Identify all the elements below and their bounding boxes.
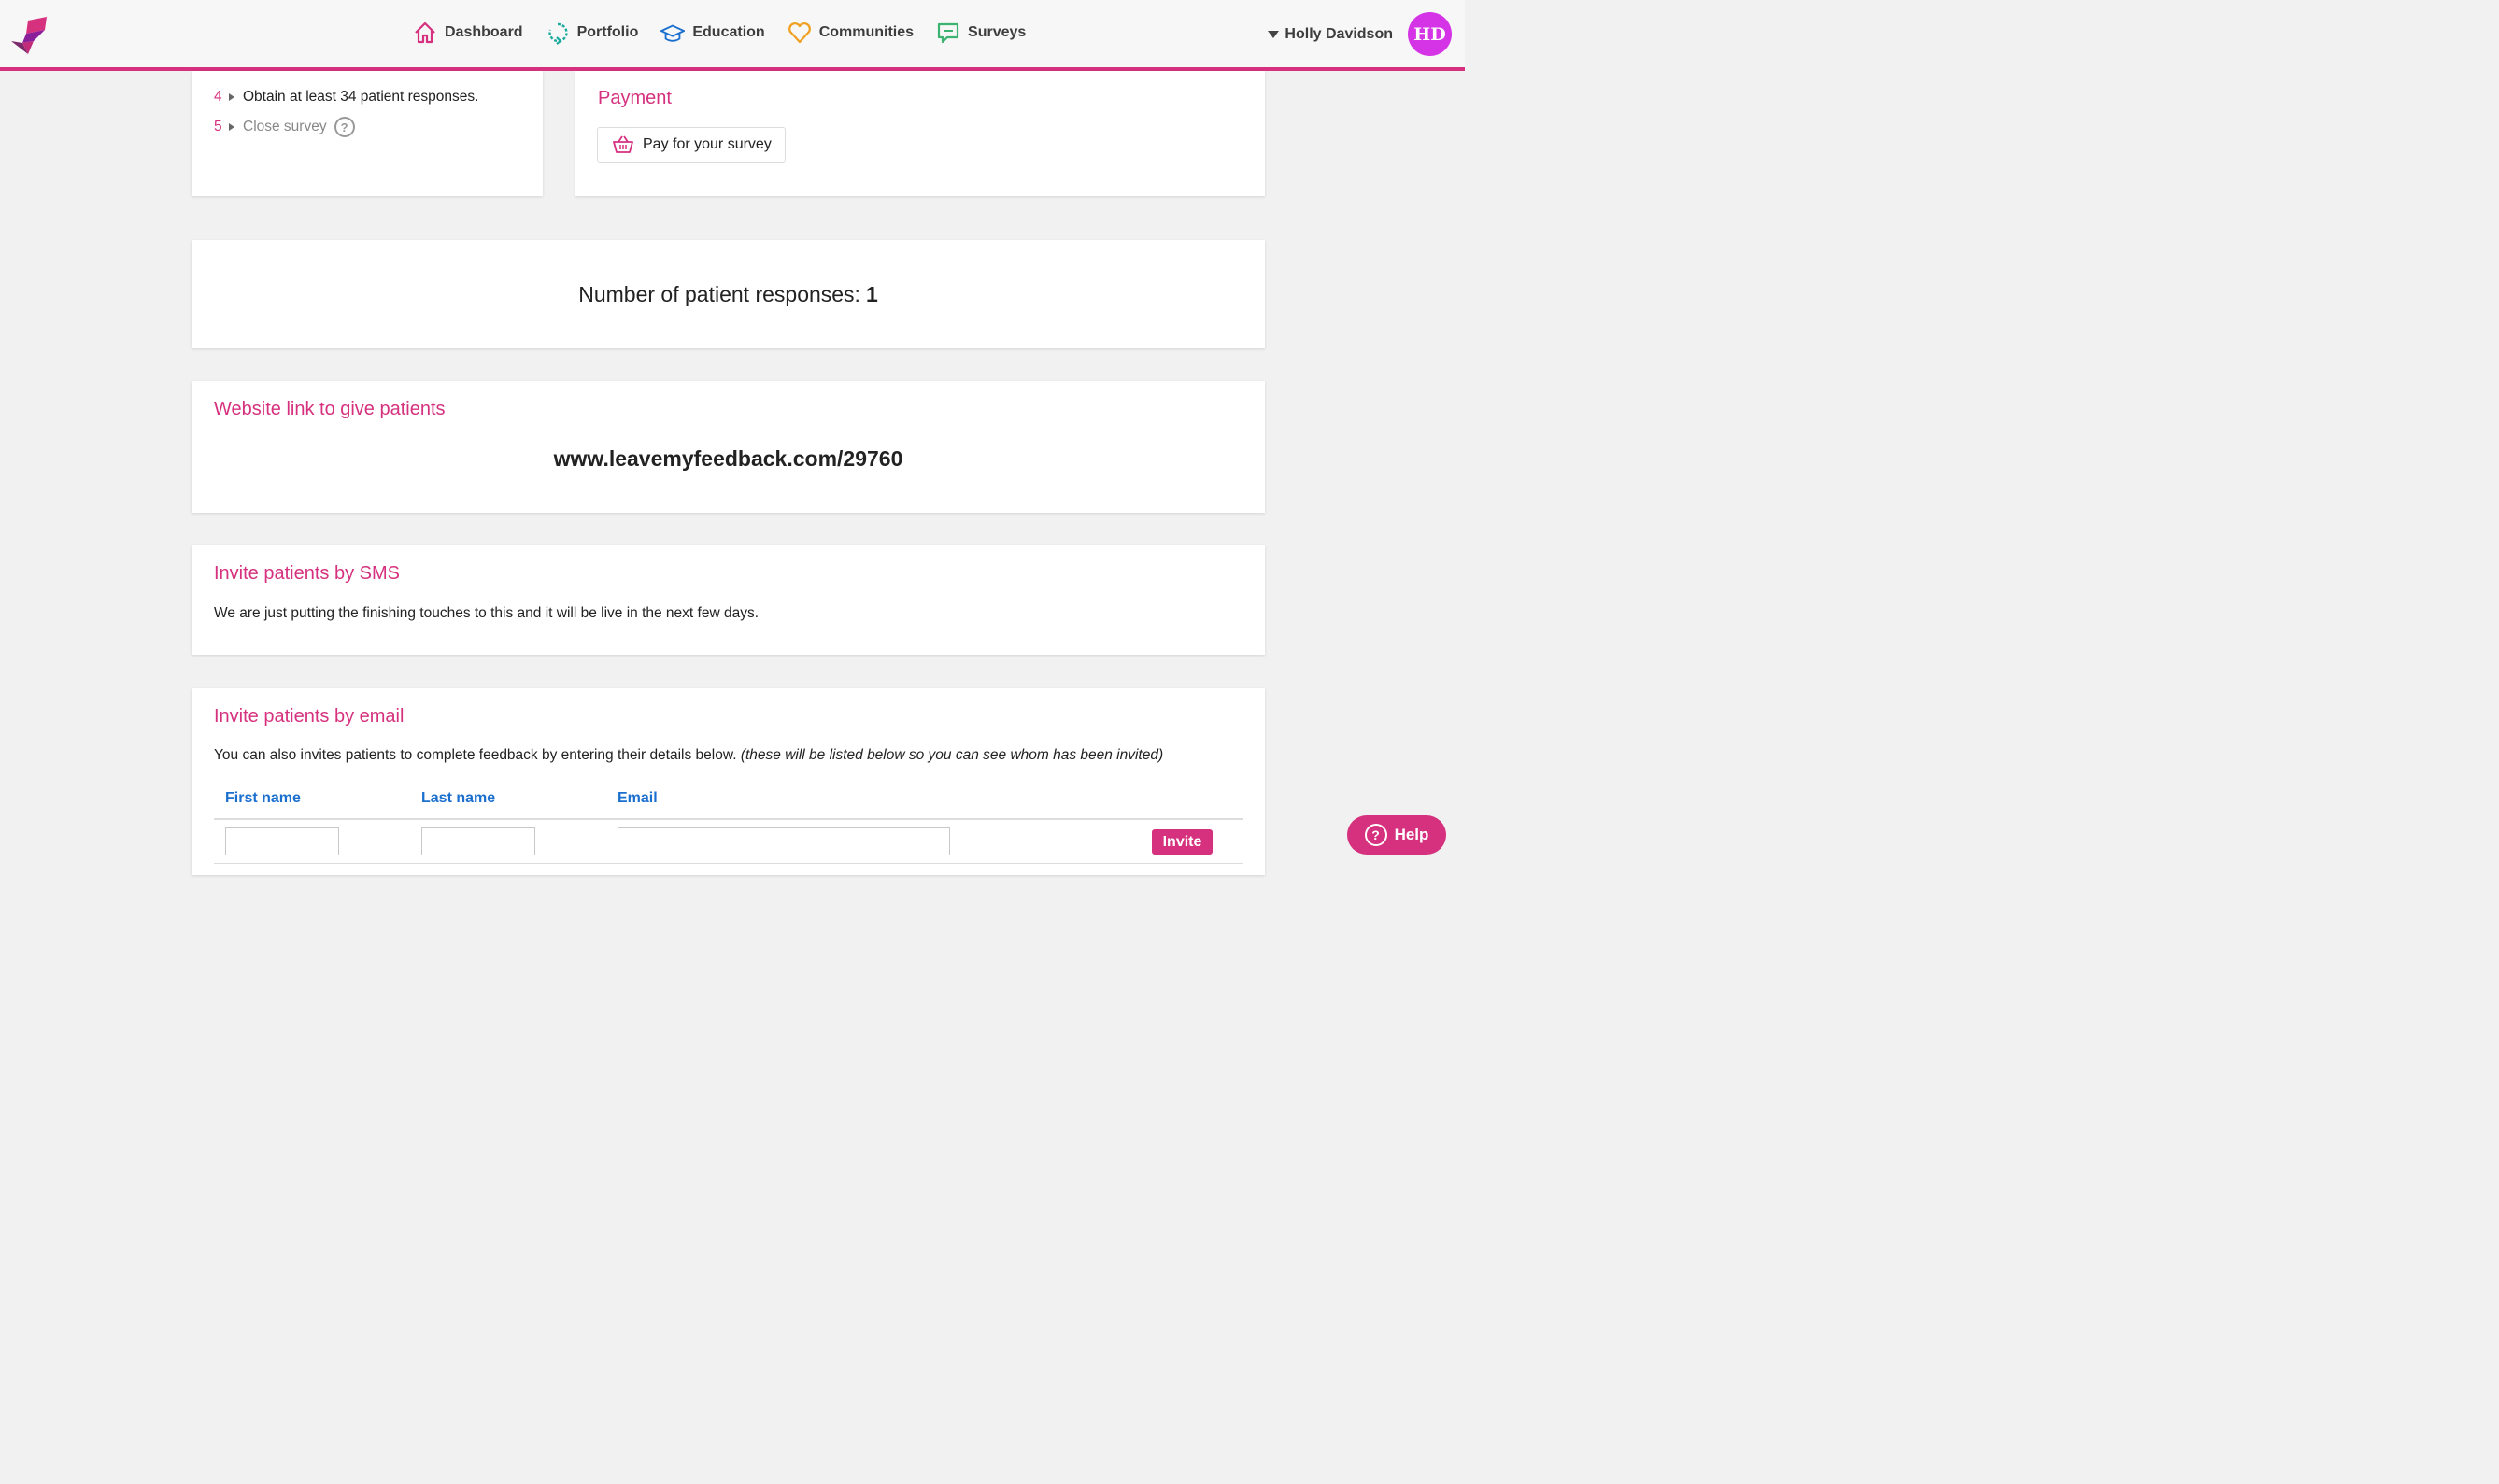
step-text: Close survey xyxy=(243,119,327,134)
website-link-title: Website link to give patients xyxy=(214,399,446,419)
nav-education[interactable]: Education xyxy=(660,21,765,45)
heart-icon xyxy=(788,22,811,44)
table-row-divider xyxy=(214,863,1243,864)
step-number: 4 xyxy=(214,89,222,105)
user-dropdown[interactable]: Holly Davidson xyxy=(1268,26,1393,43)
user-name: Holly Davidson xyxy=(1285,25,1393,42)
help-circle-icon[interactable]: ? xyxy=(334,117,355,137)
responses-count: 1 xyxy=(865,281,878,306)
responses-summary: Number of patient responses: 1 xyxy=(192,240,1265,348)
step-text: Obtain at least 34 patient responses. xyxy=(243,89,479,105)
step-number: 5 xyxy=(214,119,222,134)
user-menu[interactable]: Holly Davidson HD xyxy=(1268,12,1452,56)
nav-portfolio[interactable]: Portfolio xyxy=(546,21,639,45)
chat-icon xyxy=(937,22,959,44)
nav-dashboard[interactable]: Dashboard xyxy=(413,21,523,45)
nav-portfolio-label: Portfolio xyxy=(576,24,639,40)
sms-text: We are just putting the finishing touche… xyxy=(214,605,760,621)
caret-down-icon xyxy=(1268,30,1280,38)
help-label: Help xyxy=(1394,826,1429,843)
table-header-divider xyxy=(214,818,1243,820)
nav-surveys-label: Surveys xyxy=(968,24,1027,40)
last-name-input[interactable] xyxy=(421,827,535,855)
website-link-url[interactable]: www.leavemyfeedback.com/29760 xyxy=(192,446,1265,472)
nav-communities[interactable]: Communities xyxy=(788,21,914,45)
avatar[interactable]: HD xyxy=(1408,12,1452,56)
sms-card xyxy=(192,545,1265,655)
basket-icon xyxy=(613,135,633,153)
refresh-icon xyxy=(547,22,568,45)
pay-button-label: Pay for your survey xyxy=(643,136,772,152)
step-item: 4 Obtain at least 34 patient responses. xyxy=(214,82,478,112)
step-item: 5 Close survey ? xyxy=(214,112,478,142)
help-button[interactable]: ? Help xyxy=(1347,815,1446,855)
email-note: (these will be listed below so you can s… xyxy=(740,747,1164,763)
nav-communities-label: Communities xyxy=(818,24,915,40)
home-icon xyxy=(415,21,435,44)
email-input[interactable] xyxy=(618,827,950,855)
column-first-name: First name xyxy=(225,790,301,806)
top-navbar: Dashboard Portfolio Education Communitie… xyxy=(0,0,1465,71)
nav-dashboard-label: Dashboard xyxy=(445,24,523,40)
triangle-right-icon xyxy=(229,93,234,101)
responses-label: Number of patient responses: xyxy=(578,281,860,306)
nav-education-label: Education xyxy=(692,24,765,40)
column-last-name: Last name xyxy=(421,790,496,806)
question-icon: ? xyxy=(1364,824,1387,846)
app-logo-icon[interactable] xyxy=(11,17,49,56)
column-email: Email xyxy=(618,790,658,806)
nav-surveys[interactable]: Surveys xyxy=(936,21,1026,45)
payment-title: Payment xyxy=(598,88,672,108)
first-name-input[interactable] xyxy=(225,827,339,855)
pay-for-survey-button[interactable]: Pay for your survey xyxy=(597,127,786,163)
sms-title: Invite patients by SMS xyxy=(214,563,400,584)
email-instructions: You can also invites patients to complet… xyxy=(214,747,1163,764)
email-title: Invite patients by email xyxy=(214,706,405,727)
triangle-right-icon xyxy=(229,123,234,131)
steps-list: 4 Obtain at least 34 patient responses. … xyxy=(214,82,478,142)
invite-button[interactable]: Invite xyxy=(1152,829,1213,855)
main-nav: Dashboard Portfolio Education Communitie… xyxy=(413,21,1026,45)
email-text: You can also invites patients to complet… xyxy=(214,747,737,763)
graduation-cap-icon xyxy=(660,24,686,42)
